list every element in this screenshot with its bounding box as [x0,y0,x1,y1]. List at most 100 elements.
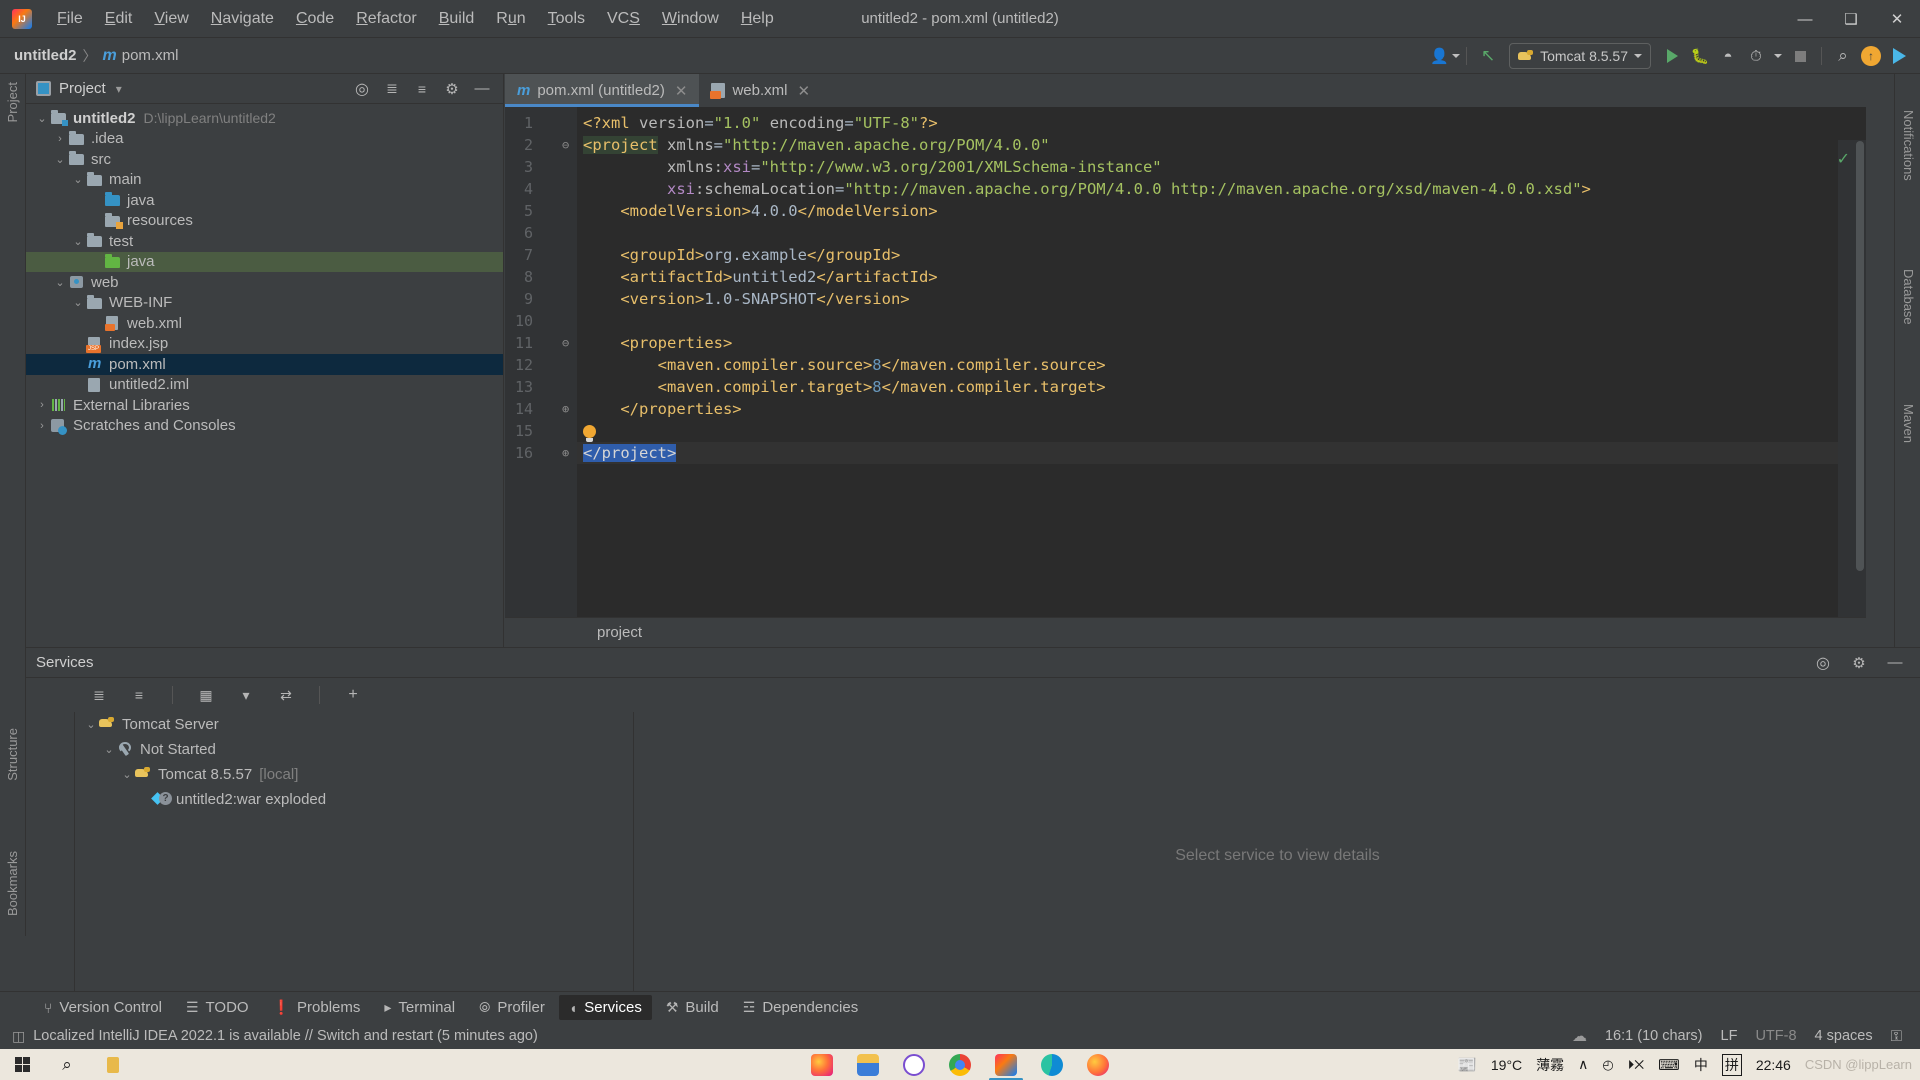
tool-strip-database[interactable]: Database [1901,269,1916,325]
code-line[interactable]: xmlns:xsi="http://www.w3.org/2001/XMLSch… [583,156,1162,178]
line-number[interactable]: 12 [503,354,533,376]
taskbar-weather[interactable]: 薄霧 [1536,1055,1564,1075]
services-gear-icon[interactable]: ⚙ [1846,650,1872,676]
project-tree-item-web-xml[interactable]: web.xml [26,313,503,334]
project-tree-item-java[interactable]: java [26,251,503,272]
network-icon[interactable]: ◴ [1602,1057,1613,1073]
tree-twisty-icon[interactable]: ⌄ [52,153,68,166]
line-number[interactable]: 11 [503,332,533,354]
taskbar-browser2-icon[interactable] [1075,1049,1121,1080]
code-line[interactable]: <modelVersion>4.0.0</modelVersion> [583,200,937,222]
taskbar-explorer-icon[interactable] [845,1049,891,1080]
intention-bulb-icon[interactable] [583,425,596,442]
tree-twisty-icon[interactable]: ⌄ [70,235,86,248]
tool-strip-project[interactable]: Project [5,82,20,122]
build-project-icon[interactable]: ↖ [1475,43,1501,69]
menu-build[interactable]: Build [428,6,486,32]
taskbar-firefox-icon[interactable] [799,1049,845,1080]
inspection-settings-icon[interactable]: ☁ [1572,1027,1587,1045]
tray-expand-icon[interactable]: ∧ [1578,1056,1588,1073]
run-configuration-selector[interactable]: Tomcat 8.5.57 [1509,43,1651,69]
add-service-icon[interactable]: + [340,682,366,708]
breadcrumb-file[interactable]: pom.xml [122,47,179,64]
menu-edit[interactable]: Edit [94,6,144,32]
code-line[interactable]: <maven.compiler.source>8</maven.compiler… [583,354,1106,376]
select-opened-file-icon[interactable]: ◎ [349,76,375,102]
menu-refactor[interactable]: Refactor [345,6,427,32]
taskbar-folder-icon[interactable] [90,1049,136,1080]
notification-icon[interactable]: ◫ [12,1028,25,1045]
project-tree-item-untitled2[interactable]: ⌄ untitled2 D:\lippLearn\untitled2 [26,108,503,129]
menu-vcs[interactable]: VCS [596,6,651,32]
tree-twisty-icon[interactable]: ⌄ [83,718,99,731]
project-tree-item-resources[interactable]: resources [26,211,503,232]
project-tree-item-scratches-and-consoles[interactable]: › Scratches and Consoles [26,416,503,437]
close-button[interactable]: ✕ [1874,0,1920,38]
tree-twisty-icon[interactable]: › [52,133,68,145]
bottom-tab-profiler[interactable]: ⦾ Profiler [469,995,555,1020]
code-fold-icon[interactable]: ⊖ [562,332,569,354]
project-tree-item-pom-xml[interactable]: m pom.xml [26,354,503,375]
line-number[interactable]: 13 [503,376,533,398]
editor-tab-pom-xml[interactable]: m pom.xml (untitled2) ✕ [505,74,700,107]
project-tree-item-test[interactable]: ⌄ test [26,231,503,252]
profiler-button[interactable]: ⏱ [1743,43,1769,69]
project-settings-gear-icon[interactable]: ⚙ [439,76,465,102]
taskbar-intellij-icon[interactable] [983,1049,1029,1080]
bottom-tab-todo[interactable]: ☰ TODO [176,995,259,1020]
taskbar-edge-icon[interactable] [1029,1049,1075,1080]
menu-run[interactable]: Run [485,6,536,32]
tool-strip-notifications[interactable]: Notifications [1901,110,1916,181]
caret-position[interactable]: 16:1 (10 chars) [1605,1028,1703,1044]
line-number[interactable]: 14 [503,398,533,420]
expand-all-icon[interactable]: ≣ [379,76,405,102]
project-tree-item--idea[interactable]: › .idea [26,129,503,150]
bottom-tab-problems[interactable]: ❗ Problems [263,995,371,1020]
filter-icon[interactable]: ▾ [233,682,259,708]
services-tree-item-tomcat-8-5-57[interactable]: ⌄ Tomcat 8.5.57 [local] [75,762,633,787]
services-settings-icon[interactable]: ◎ [1810,650,1836,676]
project-tree-item-untitled2-iml[interactable]: untitled2.iml [26,375,503,396]
project-tree-item-src[interactable]: ⌄ src [26,149,503,170]
code-content[interactable]: <?xml version="1.0" encoding="UTF-8"?> <p… [577,107,1866,647]
menu-window[interactable]: Window [651,6,730,32]
inspection-status-icon[interactable]: ✓ [1837,149,1850,169]
hide-panel-icon[interactable]: — [469,76,495,102]
bottom-tab-version-control[interactable]: ⑂ Version Control [34,995,172,1020]
close-icon[interactable]: ✕ [675,82,688,100]
lock-icon[interactable]: ⚿ [1891,1028,1902,1045]
start-button[interactable] [0,1049,44,1080]
run-with-coverage-button[interactable]: ◓ [1715,43,1741,69]
volume-muted-icon[interactable]: ⏵✕ [1628,1057,1644,1073]
scrollbar-thumb[interactable] [1856,141,1864,571]
news-and-interests-icon[interactable]: 📰 [1457,1055,1477,1075]
ime-mode-indicator[interactable]: 拼 [1721,1053,1742,1076]
code-editor[interactable]: 1 2 ⊖ 3 4 5 6 7 8 9 10 11 ⊖ 12 13 14 ⊕ 15 16 ⊕ <?xml versio… [505,107,1866,647]
show-configurations-icon[interactable]: ⇄ [273,682,299,708]
menu-tools[interactable]: Tools [537,6,596,32]
line-number[interactable]: 1 [503,112,533,134]
stop-button[interactable] [1787,43,1813,69]
line-number[interactable]: 6 [503,222,533,244]
bottom-tab-dependencies[interactable]: ☲ Dependencies [733,995,868,1020]
user-account-icon[interactable]: 👤 [1430,43,1460,69]
tool-strip-bookmarks[interactable]: Bookmarks [5,851,20,916]
close-icon[interactable]: ✕ [797,82,810,100]
code-line[interactable]: xsi:schemaLocation="http://maven.apache.… [583,178,1591,200]
chevron-down-icon[interactable]: ▾ [116,82,122,96]
search-everywhere-icon[interactable]: ⌕ [1830,43,1856,69]
profiler-dropdown-icon[interactable] [1771,43,1785,69]
code-line[interactable]: <groupId>org.example</groupId> [583,244,900,266]
line-number[interactable]: 15 [503,420,533,442]
code-line[interactable]: <artifactId>untitled2</artifactId> [583,266,937,288]
services-tree-item-tomcat-server[interactable]: ⌄ Tomcat Server [75,712,633,737]
debug-button[interactable]: 🐛 [1687,43,1713,69]
maximize-button[interactable]: ❑ [1828,0,1874,38]
code-line[interactable]: </project> [583,442,677,464]
taskbar-temperature[interactable]: 19°C [1491,1057,1522,1073]
group-by-icon[interactable]: ▦ [193,682,219,708]
tree-twisty-icon[interactable]: ⌄ [34,112,50,125]
project-tree-item-java[interactable]: java [26,190,503,211]
project-tree-item-external-libraries[interactable]: › External Libraries [26,395,503,416]
services-hide-icon[interactable]: — [1882,650,1908,676]
